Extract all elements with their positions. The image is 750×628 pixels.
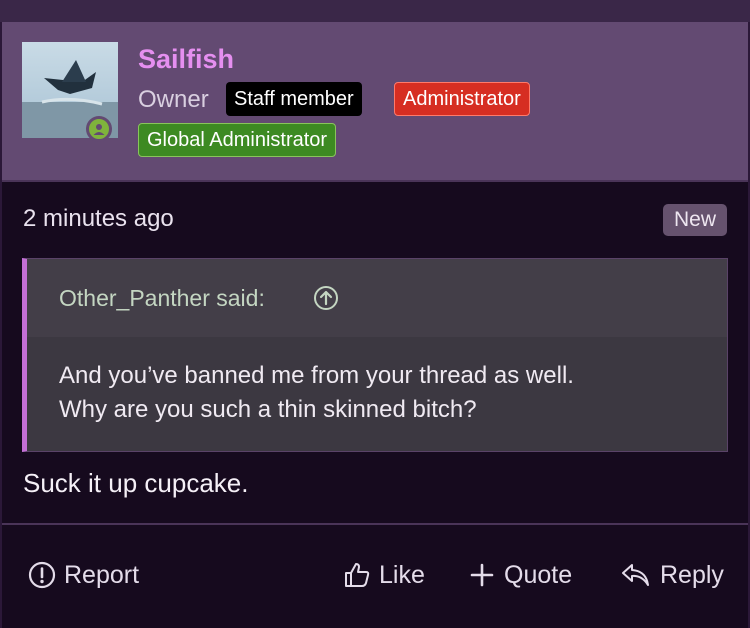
top-strip bbox=[0, 0, 750, 22]
forum-post: Sailfish Owner Staff member Administrato… bbox=[2, 22, 748, 628]
arrow-up-circle-icon[interactable] bbox=[313, 285, 339, 311]
new-badge: New bbox=[663, 204, 727, 236]
quote-button[interactable]: Quote bbox=[468, 558, 572, 592]
like-label: Like bbox=[379, 560, 425, 589]
thumbs-up-icon bbox=[345, 563, 370, 587]
reply-label: Reply bbox=[660, 560, 724, 589]
post-user-header: Sailfish Owner Staff member Administrato… bbox=[2, 22, 748, 182]
quote-line: And you’ve banned me from your thread as… bbox=[59, 362, 574, 389]
post-timestamp[interactable]: 2 minutes ago bbox=[23, 205, 174, 233]
quote-header: Other_Panther said: bbox=[27, 259, 727, 337]
user-online-icon bbox=[86, 116, 112, 142]
report-label: Report bbox=[64, 560, 140, 589]
report-button[interactable]: Report bbox=[28, 558, 139, 592]
plus-icon bbox=[470, 563, 494, 587]
post-message: Suck it up cupcake. bbox=[23, 468, 249, 498]
global-administrator-badge: Global Administrator bbox=[138, 123, 337, 157]
staff-member-badge: Staff member bbox=[226, 82, 362, 116]
reply-button[interactable]: Reply bbox=[620, 558, 724, 592]
quote-author[interactable]: Other_Panther said: bbox=[59, 285, 265, 312]
administrator-badge: Administrator bbox=[394, 82, 530, 116]
user-title: Owner bbox=[138, 86, 209, 113]
quote-label: Quote bbox=[504, 560, 573, 589]
quote-line: Why are you such a thin skinned bitch? bbox=[59, 396, 477, 423]
reply-icon bbox=[622, 564, 649, 586]
alert-circle-icon bbox=[28, 561, 56, 589]
username[interactable]: Sailfish bbox=[138, 44, 234, 75]
quote-block: Other_Panther said: And you’ve banned me… bbox=[22, 258, 728, 452]
quote-content: And you’ve banned me from your thread as… bbox=[59, 359, 699, 427]
like-button[interactable]: Like bbox=[343, 558, 425, 592]
divider bbox=[2, 523, 748, 525]
